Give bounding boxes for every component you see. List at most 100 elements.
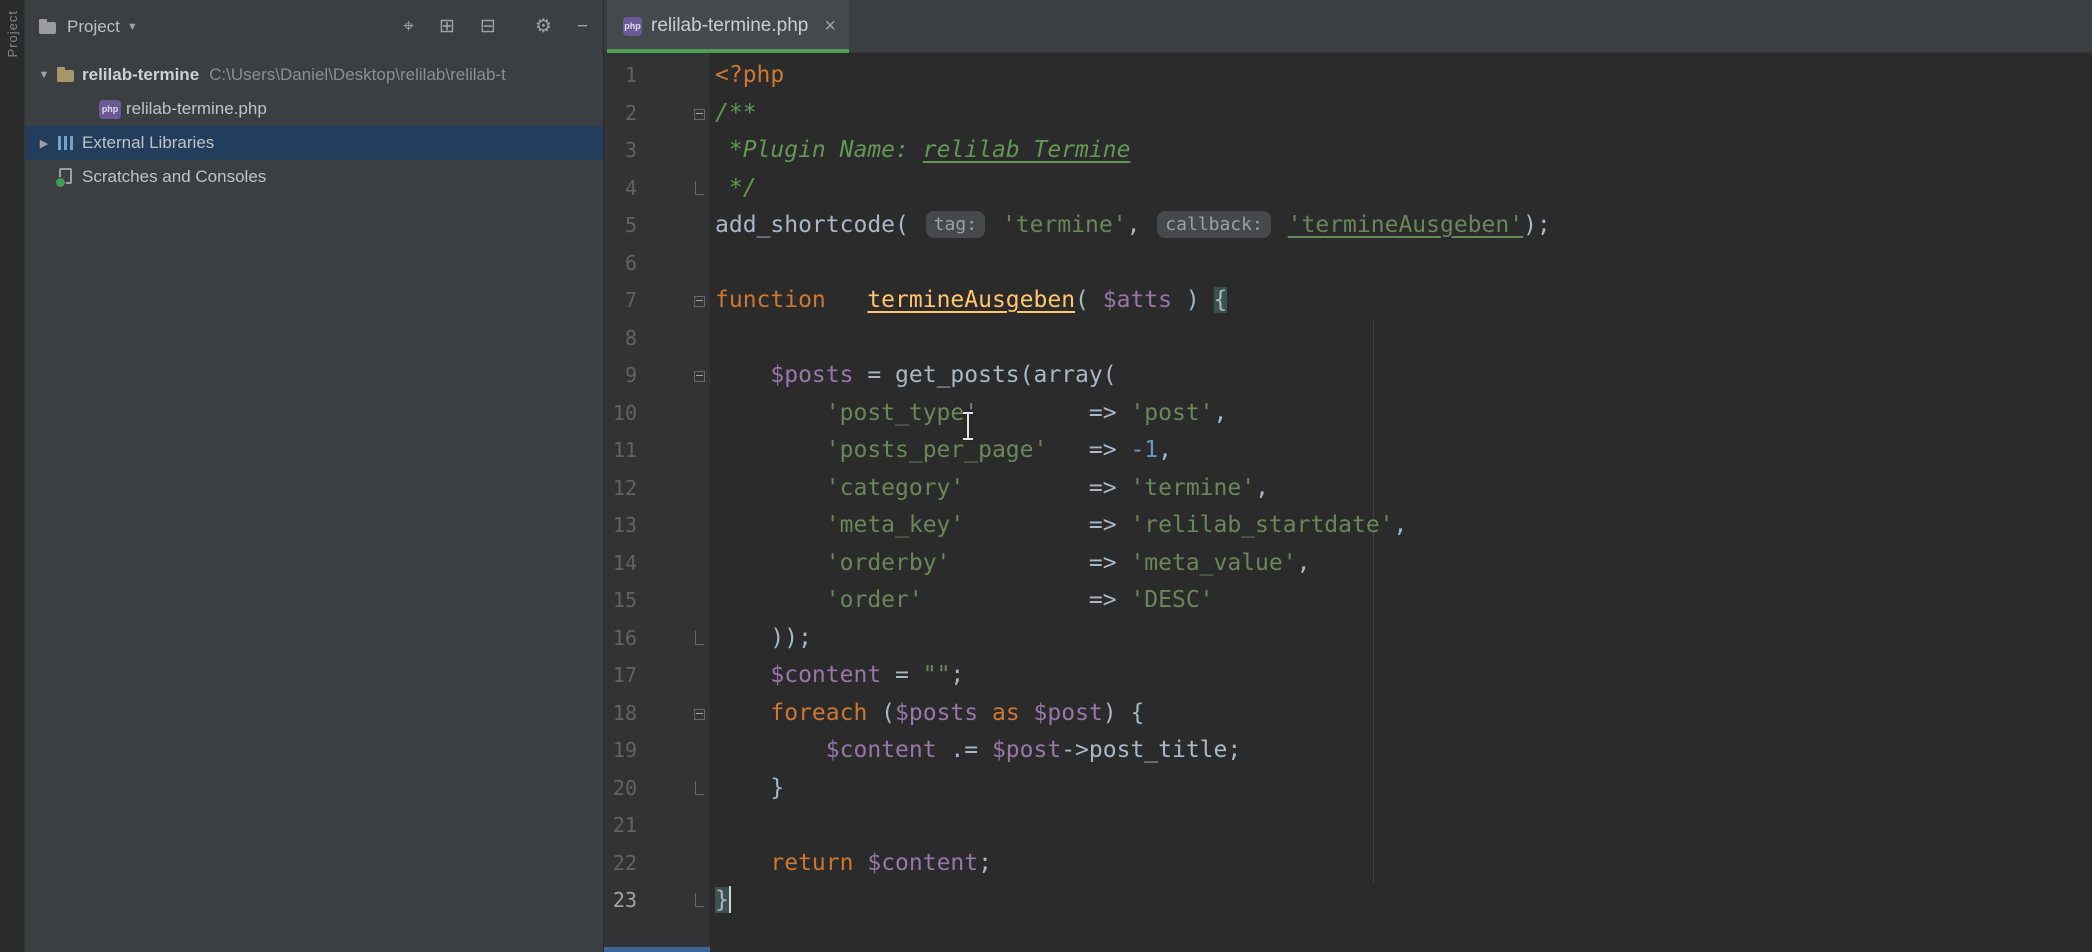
line-number[interactable]: 7 — [604, 282, 637, 320]
code-line[interactable]: 9 $posts = get_posts(array( — [604, 357, 2092, 395]
fold-start-icon[interactable] — [694, 296, 705, 307]
code-text: 'posts_per_page' => -1, — [710, 432, 1172, 470]
code-token — [964, 512, 1089, 538]
line-number[interactable]: 10 — [604, 395, 637, 433]
code-token: ) — [1172, 287, 1214, 313]
expand-all-icon[interactable]: ⊞ — [439, 17, 455, 36]
fold-end-icon[interactable] — [695, 781, 704, 795]
fold-column — [637, 807, 710, 845]
fold-start-icon[interactable] — [694, 709, 705, 720]
code-line[interactable]: 1<?php — [604, 57, 2092, 95]
code-line[interactable]: 2/** — [604, 95, 2092, 133]
tree-item-external-libraries[interactable]: ▶External Libraries — [25, 126, 603, 160]
code-line[interactable]: 15 'order' => 'DESC' — [604, 582, 2092, 620]
code-line[interactable]: 4 */ — [604, 170, 2092, 208]
hide-panel-icon[interactable]: − — [577, 17, 588, 36]
fold-column — [637, 770, 710, 808]
code-token — [950, 550, 1088, 576]
locate-file-icon[interactable]: ⌖ — [403, 17, 414, 36]
code-token — [715, 737, 826, 763]
code-token: $post — [992, 737, 1061, 763]
line-number[interactable]: 17 — [604, 657, 637, 695]
parameter-hint: tag: — [926, 211, 985, 238]
code-line[interactable]: 18 foreach ($posts as $post) { — [604, 695, 2092, 733]
tree-item-scratches-and-consoles[interactable]: Scratches and Consoles — [25, 160, 603, 194]
code-token — [826, 287, 868, 313]
line-number[interactable]: 13 — [604, 507, 637, 545]
line-number[interactable]: 14 — [604, 545, 637, 583]
line-number[interactable]: 21 — [604, 807, 637, 845]
code-line[interactable]: 23} — [604, 882, 2092, 920]
project-panel-toolbar: ⌖ ⊞ ⊟ ⚙ − — [403, 17, 588, 36]
code-line[interactable]: 5add_shortcode( tag: 'termine', callback… — [604, 207, 2092, 245]
code-line[interactable]: 10 'post_type' => 'post', — [604, 395, 2092, 433]
code-line[interactable]: 6 — [604, 245, 2092, 283]
code-text: 'order' => 'DESC' — [710, 582, 1214, 620]
line-number[interactable]: 3 — [604, 132, 637, 170]
tree-item-label: relilab-termine.php — [126, 99, 267, 119]
fold-end-icon[interactable] — [695, 893, 704, 907]
code-line[interactable]: 8 — [604, 320, 2092, 358]
code-line[interactable]: 20 } — [604, 770, 2092, 808]
close-icon[interactable]: × — [824, 15, 836, 38]
code-token: ); — [1523, 212, 1551, 238]
line-number[interactable]: 1 — [604, 57, 637, 95]
code-token: 'termine' — [1130, 475, 1255, 501]
code-line[interactable]: 11 'posts_per_page' => -1, — [604, 432, 2092, 470]
editor-content[interactable]: 1<?php2/**3 *Plugin Name: relilab Termin… — [604, 53, 2092, 952]
line-number[interactable]: 12 — [604, 470, 637, 508]
chevron-right-icon[interactable]: ▶ — [33, 137, 55, 150]
fold-start-icon[interactable] — [694, 371, 705, 382]
code-line[interactable]: 17 $content = ""; — [604, 657, 2092, 695]
code-line[interactable]: 22 return $content; — [604, 845, 2092, 883]
settings-gear-icon[interactable]: ⚙ — [535, 17, 552, 36]
tree-item-project-root[interactable]: ▼relilab-termineC:\Users\Daniel\Desktop\… — [25, 58, 603, 92]
line-number[interactable]: 23 — [604, 882, 637, 920]
code-token — [923, 587, 1089, 613]
tab-relilab-termine-php[interactable]: php relilab-termine.php × — [607, 0, 849, 52]
code-token: ( — [867, 700, 895, 726]
code-line[interactable]: 16 )); — [604, 620, 2092, 658]
line-number[interactable]: 4 — [604, 170, 637, 208]
code-line[interactable]: 3 *Plugin Name: relilab Termine — [604, 132, 2092, 170]
code-token: termineAusgeben — [867, 287, 1075, 313]
code-token: , — [1394, 512, 1408, 538]
code-line[interactable]: 7function termineAusgeben( $atts ) { — [604, 282, 2092, 320]
line-number[interactable]: 6 — [604, 245, 637, 283]
line-number[interactable]: 22 — [604, 845, 637, 883]
line-number[interactable]: 16 — [604, 620, 637, 658]
code-token: , — [1255, 475, 1269, 501]
fold-end-icon[interactable] — [695, 181, 704, 195]
fold-end-icon[interactable] — [695, 631, 704, 645]
line-number[interactable]: 15 — [604, 582, 637, 620]
code-token: => — [1089, 437, 1131, 463]
line-number[interactable]: 19 — [604, 732, 637, 770]
collapse-all-icon[interactable]: ⊟ — [480, 17, 496, 36]
tree-item-relilab-termine-php[interactable]: phprelilab-termine.php — [25, 92, 603, 126]
code-token: { — [1214, 287, 1228, 313]
line-number[interactable]: 9 — [604, 357, 637, 395]
tool-stripe-project-button[interactable]: Project — [5, 10, 20, 57]
code-line[interactable]: 13 'meta_key' => 'relilab_startdate', — [604, 507, 2092, 545]
fold-column — [637, 695, 710, 733]
code-line[interactable]: 21 — [604, 807, 2092, 845]
code-token: , — [1214, 400, 1228, 426]
code-line[interactable]: 14 'orderby' => 'meta_value', — [604, 545, 2092, 583]
code-line[interactable]: 19 $content .= $post->post_title; — [604, 732, 2092, 770]
code-token: */ — [715, 175, 757, 201]
line-number[interactable]: 18 — [604, 695, 637, 733]
fold-start-icon[interactable] — [694, 109, 705, 120]
code-token: .= — [937, 737, 992, 763]
line-number[interactable]: 8 — [604, 320, 637, 358]
line-number[interactable]: 11 — [604, 432, 637, 470]
project-panel-title[interactable]: Project — [67, 17, 120, 37]
code-token: => — [1089, 475, 1131, 501]
line-number[interactable]: 2 — [604, 95, 637, 133]
text-caret — [729, 886, 731, 913]
chevron-down-icon[interactable]: ▼ — [127, 21, 138, 33]
line-number[interactable]: 20 — [604, 770, 637, 808]
chevron-down-icon[interactable]: ▼ — [33, 69, 55, 81]
fold-column — [637, 882, 710, 920]
line-number[interactable]: 5 — [604, 207, 637, 245]
code-line[interactable]: 12 'category' => 'termine', — [604, 470, 2092, 508]
